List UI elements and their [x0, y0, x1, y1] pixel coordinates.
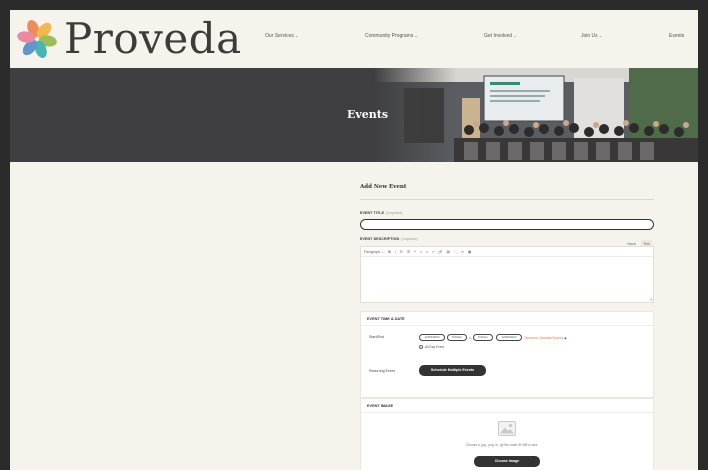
image-placeholder-icon — [498, 421, 516, 436]
chevron-down-icon: ⌄ — [294, 33, 299, 38]
align-center-icon[interactable]: ≡ — [426, 250, 428, 254]
start-date-field[interactable]: 12/09/2024 — [419, 334, 445, 341]
event-description-label: EVENT DESCRIPTION (required) — [360, 237, 418, 241]
hero-banner: Events — [10, 68, 698, 162]
to-text: to — [469, 336, 472, 340]
nav-item-join-us[interactable]: Join Us⌄ — [581, 33, 602, 39]
nav-label: Our Services — [265, 33, 294, 39]
image-hint-text: Choose a .jpg, .png, or .gif file under … — [466, 443, 539, 447]
recurring-event-label: Recurring Event — [369, 369, 395, 373]
nav-item-our-services[interactable]: Our Services⌄ — [265, 33, 298, 39]
event-time-date-panel: EVENT TIME & DATE — [360, 311, 654, 398]
page-title: Events — [347, 108, 389, 121]
timezone-link[interactable]: Timezone: Australia/Sydney ◆ — [524, 336, 567, 340]
toolbar-toggle-icon[interactable]: ▦ — [468, 250, 471, 254]
remove-link-icon[interactable]: ✕ — [461, 250, 464, 254]
timezone-marker-icon: ◆ — [564, 336, 567, 340]
panel-heading: EVENT TIME & DATE — [361, 312, 653, 326]
schedule-multiple-events-button[interactable]: Schedule Multiple Events — [419, 365, 486, 376]
form-title: Add New Event — [360, 184, 407, 190]
label-text: EVENT TITLE — [360, 211, 385, 215]
page-frame: Proveda Our Services⌄ Community Programs… — [10, 10, 698, 470]
site-header: Proveda Our Services⌄ Community Programs… — [10, 10, 698, 68]
description-editor[interactable]: Paragraph ⌄ B I ☷ ☰ ❝ ≡ ≡ ≡ 🔗 ▤ ⬚ ✕ ▦ ◢ — [360, 246, 654, 303]
start-end-label: Start/End — [369, 335, 384, 339]
nav-item-events[interactable]: Events — [669, 33, 684, 39]
bullet-list-icon[interactable]: ☷ — [400, 250, 403, 254]
numbered-list-icon[interactable]: ☰ — [407, 250, 410, 254]
fullscreen-icon[interactable]: ⬚ — [454, 250, 457, 254]
hero-photo — [374, 68, 698, 162]
link-icon[interactable]: 🔗 — [438, 250, 442, 254]
required-marker: (required) — [401, 237, 418, 241]
checkbox-icon — [419, 345, 423, 349]
end-date-field[interactable]: 12/09/2024 — [496, 334, 522, 341]
format-value: Paragraph — [364, 249, 381, 254]
logo[interactable]: Proveda — [14, 15, 244, 63]
chevron-down-icon: ⌄ — [513, 33, 517, 38]
nav-item-community-programs[interactable]: Community Programs⌄ — [365, 33, 418, 39]
chevron-down-icon: ⌄ — [598, 33, 603, 38]
event-title-input[interactable] — [360, 219, 654, 230]
checkbox-label: All Day Event — [425, 345, 445, 349]
all-day-event-checkbox[interactable]: All Day Event — [419, 345, 444, 349]
blockquote-icon[interactable]: ❝ — [414, 250, 416, 254]
bold-icon[interactable]: B — [388, 250, 391, 254]
format-select[interactable]: Paragraph ⌄ — [364, 250, 384, 254]
nav-label: Join Us — [581, 33, 598, 39]
divider — [360, 199, 654, 200]
chevron-down-icon: ⌄ — [381, 249, 385, 254]
nav-label: Get Involved — [484, 33, 513, 39]
align-left-icon[interactable]: ≡ — [420, 250, 422, 254]
timezone-text: Timezone: Australia/Sydney — [524, 336, 564, 340]
event-title-label: EVENT TITLE (required) — [360, 211, 403, 215]
choose-image-button[interactable]: Choose Image — [474, 456, 540, 467]
align-right-icon[interactable]: ≡ — [432, 250, 434, 254]
nav-label: Events — [669, 33, 685, 39]
chevron-down-icon: ⌄ — [414, 33, 418, 38]
nav-label: Community Programs — [365, 33, 414, 39]
flower-logo-icon — [17, 19, 57, 59]
italic-icon[interactable]: I — [395, 250, 396, 254]
brand-name: Proveda — [64, 14, 242, 63]
resize-handle-icon[interactable]: ◢ — [650, 297, 652, 301]
nav-item-get-involved[interactable]: Get Involved⌄ — [484, 33, 516, 39]
required-marker: (required) — [386, 211, 403, 215]
panel-heading: EVENT IMAGE — [361, 399, 653, 413]
label-text: EVENT DESCRIPTION — [360, 237, 400, 241]
read-more-icon[interactable]: ▤ — [446, 250, 449, 254]
end-time-field[interactable]: 5:00pm — [473, 334, 493, 341]
start-time-field[interactable]: 8:00am — [447, 334, 467, 341]
editor-toolbar: Paragraph ⌄ B I ☷ ☰ ❝ ≡ ≡ ≡ 🔗 ▤ ⬚ ✕ ▦ — [361, 247, 653, 257]
